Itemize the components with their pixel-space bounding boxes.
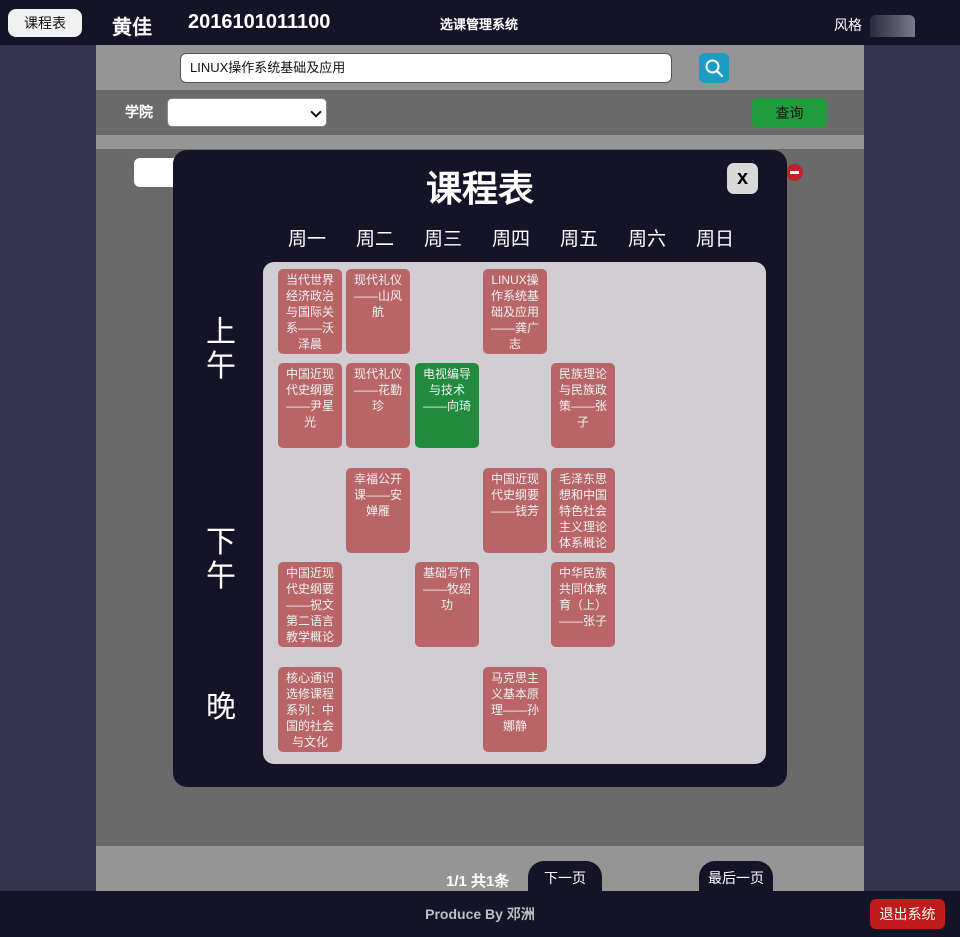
college-label: 学院 [125,104,153,120]
student-name: 黄佳 [112,17,152,39]
course-thu-3[interactable]: 中国近现代史纲要——钱芳 [483,468,547,553]
day-header-thu: 周四 [491,229,530,250]
course-tue-2[interactable]: 现代礼仪——花勤珍 [346,363,410,448]
next-page-button[interactable]: 下一页 [528,861,602,893]
student-id: 2016101011100 [188,11,331,33]
day-header-tue: 周二 [355,229,394,250]
search-input[interactable]: LINUX操作系统基础及应用 [180,53,672,83]
timetable-grid: 当代世界经济政治与国际关系——沃泽晨 现代礼仪——山风航 LINUX操作系统基础… [263,262,766,764]
course-fri-2[interactable]: 民族理论与民族政策——张子 [551,363,615,448]
style-label: 风格 [834,17,862,33]
course-mon-4[interactable]: 中国近现代史纲要——祝文第二语言教学概论 [278,562,342,647]
search-button[interactable] [699,53,729,83]
course-mon-1[interactable]: 当代世界经济政治与国际关系——沃泽晨 [278,269,342,354]
course-wed-2[interactable]: 电视编导与技术——向琦 [415,363,479,448]
course-fri-4[interactable]: 中华民族共同体教育（上）——张子 [551,562,615,647]
last-page-button[interactable]: 最后一页 [699,861,773,893]
chevron-down-icon [310,106,322,118]
divider [96,135,864,149]
query-button[interactable]: 查询 [752,98,827,128]
exit-button[interactable]: 退出系统 [870,899,945,929]
search-bar: LINUX操作系统基础及应用 [96,45,864,90]
course-tue-3[interactable]: 幸福公开课——安婵雁 [346,468,410,553]
day-header-mon: 周一 [287,229,326,250]
course-fri-3[interactable]: 毛泽东思想和中国特色社会主义理论体系概论 [551,468,615,553]
day-header-sun: 周日 [695,229,734,250]
day-header-fri: 周五 [559,229,598,250]
period-afternoon: 下午 [206,526,236,593]
schedule-modal: 课程表 x 周一 周二 周三 周四 周五 周六 周日 上午 下午 晚 当代世界经… [173,150,787,787]
remove-icon[interactable] [786,164,803,181]
style-switcher[interactable] [870,15,915,37]
search-icon [705,59,724,78]
page-info: 1/1 共1条 [446,873,510,890]
day-header-sat: 周六 [627,229,666,250]
footer: Produce By 邓洲 [0,891,960,937]
period-morning: 上午 [206,316,236,383]
course-tue-1[interactable]: 现代礼仪——山风航 [346,269,410,354]
course-thu-1[interactable]: LINUX操作系统基础及应用——龚广志 [483,269,547,354]
day-header-wed: 周三 [423,229,462,250]
top-bar: 课程表 黄佳 2016101011100 选课管理系统 风格 [0,0,960,45]
schedule-button[interactable]: 课程表 [8,9,82,37]
filter-row: 学院 查询 [96,90,864,135]
close-button[interactable]: x [727,163,758,194]
modal-title: 课程表 [425,168,534,209]
course-mon-5[interactable]: 核心通识选修课程系列：中国的社会与文化 [278,667,342,752]
course-wed-4[interactable]: 基础写作——牧绍功 [415,562,479,647]
course-thu-5[interactable]: 马克思主义基本原理——孙娜静 [483,667,547,752]
course-mon-2[interactable]: 中国近现代史纲要——尹星光 [278,363,342,448]
pagination: 1/1 共1条 下一页 最后一页 [96,846,864,893]
college-select[interactable] [167,98,327,127]
period-evening: 晚 [206,691,236,724]
footer-credit: Produce By 邓洲 [425,906,535,922]
system-title: 选课管理系统 [440,17,519,32]
